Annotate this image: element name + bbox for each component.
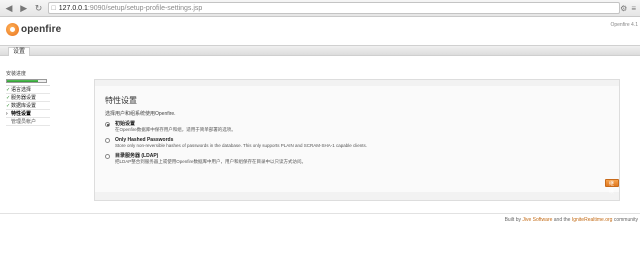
option-description: 把LDAP整合到服务器上或使用Openfire数据库中用户，用户和组保存在目录中… <box>115 159 307 164</box>
footer: Built by Jive Software and the IgniteRea… <box>505 217 638 223</box>
step-label: 服务器设置 <box>11 95 37 101</box>
url-path: :9090/setup/setup-profile-settings.jsp <box>87 4 203 12</box>
option-ldap-radio[interactable] <box>105 154 110 159</box>
setup-step-admin: 管理员帐户 <box>6 118 50 126</box>
openfire-logo-icon <box>6 23 19 36</box>
menu-icon[interactable]: ≡ <box>631 4 636 13</box>
reload-icon[interactable]: ↻ <box>33 2 45 14</box>
progress-bar <box>6 79 47 83</box>
option-default[interactable]: 初始设置 在Openfire数据库中保存用户和组，适用于简单部署的选项。 <box>105 121 605 133</box>
forward-icon[interactable]: ▶ <box>18 2 30 14</box>
footer-middle: and the <box>552 217 572 223</box>
continue-button[interactable]: 继续 <box>605 179 619 195</box>
setup-step-profile: › 特性设置 <box>6 110 50 118</box>
profile-settings-panel: 特性设置 选择用户和组系统使用Openfire. 初始设置 在Openfire数… <box>94 79 620 201</box>
step-label: 管理员帐户 <box>11 119 37 125</box>
page-intro: 选择用户和组系统使用Openfire. <box>105 111 176 117</box>
sidebar-title: 安装进度 <box>6 71 27 77</box>
footer-link-ignite[interactable]: IgniteRealtime.org <box>572 217 613 223</box>
footer-prefix: Built by <box>504 217 523 223</box>
footer-suffix: community <box>612 217 638 223</box>
app-header: openfire Openfire 4.1 <box>0 17 640 45</box>
page-icon: □ <box>51 4 56 12</box>
footer-divider <box>0 213 640 214</box>
step-label: 数据库设置 <box>11 103 37 109</box>
step-label: 特性设置 <box>11 111 32 117</box>
option-description: Store only non-reversible hashes of pass… <box>115 143 368 148</box>
option-ldap[interactable]: 目录服务器 (LDAP) 把LDAP整合到服务器上或使用Openfire数据库中… <box>105 153 605 165</box>
logo-text: openfire <box>21 24 62 35</box>
setup-steps: ✓语言选择 ✓服务器设置 ✓数据库设置 › 特性设置 管理员帐户 <box>6 85 50 126</box>
option-default-radio[interactable] <box>105 122 110 127</box>
browser-toolbar: ◀ ▶ ↻ □ 127.0.0.1:9090/setup/setup-profi… <box>0 0 640 17</box>
tab-bar: 设置 <box>0 45 640 56</box>
setup-progress-sidebar: 安装进度 ✓语言选择 ✓服务器设置 ✓数据库设置 › 特性设置 管理员帐户 <box>6 70 50 126</box>
step-label: 语言选择 <box>11 87 32 93</box>
profile-options: 初始设置 在Openfire数据库中保存用户和组，适用于简单部署的选项。 Onl… <box>105 121 605 169</box>
setup-step-language: ✓语言选择 <box>6 86 50 94</box>
version-label: Openfire 4.1 <box>610 22 638 28</box>
setup-step-server: ✓服务器设置 <box>6 94 50 102</box>
extension-icon[interactable]: ⚙ <box>620 4 627 13</box>
setup-step-database: ✓数据库设置 <box>6 102 50 110</box>
option-description: 在Openfire数据库中保存用户和组，适用于简单部署的选项。 <box>115 127 236 132</box>
footer-link-jive[interactable]: Jive Software <box>522 217 552 223</box>
page-title: 特性设置 <box>105 96 137 105</box>
panel-body: 特性设置 选择用户和组系统使用Openfire. 初始设置 在Openfire数… <box>95 86 619 195</box>
url-host: 127.0.0.1 <box>58 4 88 12</box>
back-icon[interactable]: ◀ <box>3 2 15 14</box>
tab-setup[interactable]: 设置 <box>8 47 31 56</box>
progress-bar-fill <box>7 80 39 82</box>
option-hashed-radio[interactable] <box>105 138 110 143</box>
address-bar[interactable]: □ 127.0.0.1:9090/setup/setup-profile-set… <box>48 2 621 14</box>
openfire-logo: openfire <box>6 23 61 36</box>
option-hashed-passwords[interactable]: Only Hashed Passwords Store only non-rev… <box>105 137 605 149</box>
